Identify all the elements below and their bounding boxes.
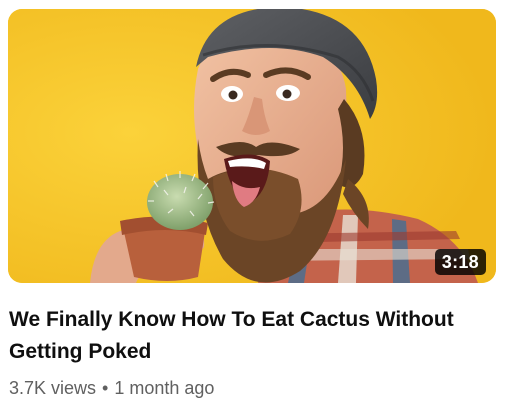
view-count: 3.7K views [9,378,97,398]
upload-age: 1 month ago [114,378,215,398]
video-card[interactable]: 3:18 We Finally Know How To Eat Cactus W… [0,0,508,412]
duration-badge: 3:18 [434,249,486,275]
video-metadata: 3.7K views • 1 month ago [9,376,214,400]
thumbnail-image [8,9,496,283]
video-thumbnail[interactable]: 3:18 [8,9,496,283]
meta-separator: • [102,378,109,398]
video-title[interactable]: We Finally Know How To Eat Cactus Withou… [9,304,489,368]
